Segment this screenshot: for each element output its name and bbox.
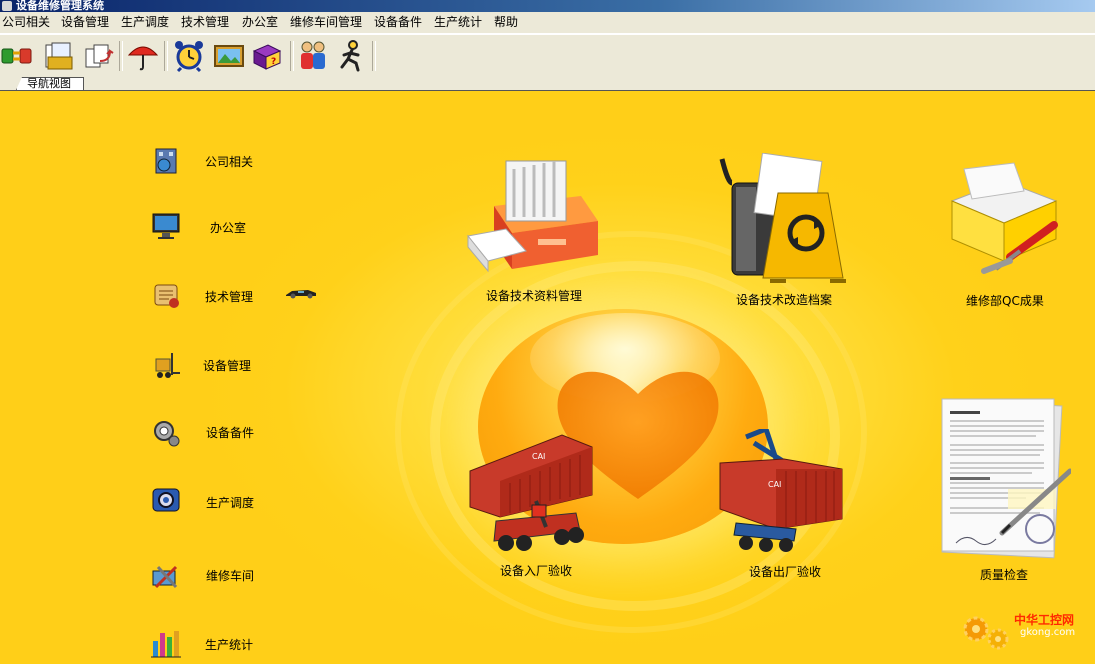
toolbox-icon[interactable] <box>944 161 1064 279</box>
tile-tech-docs[interactable]: 设备技术资料管理 <box>486 287 582 304</box>
menu-statistics[interactable]: 生产统计 <box>434 12 482 33</box>
tools-icon[interactable] <box>150 561 182 593</box>
menu-company[interactable]: 公司相关 <box>2 12 50 33</box>
connect-icon[interactable] <box>0 39 34 73</box>
nav-dispatch[interactable]: 生产调度 <box>206 494 254 511</box>
umbrella-icon[interactable] <box>126 39 160 73</box>
menu-tech[interactable]: 技术管理 <box>181 12 229 33</box>
nav-statistics[interactable]: 生产统计 <box>205 636 253 653</box>
picture-frame-icon[interactable] <box>212 39 246 73</box>
documents-icon[interactable] <box>42 39 76 73</box>
tab-strip: 导航视图 <box>0 77 1095 91</box>
menu-spare-parts[interactable]: 设备备件 <box>374 12 422 33</box>
svg-text:CAI: CAI <box>532 452 545 461</box>
nav-office[interactable]: 办公室 <box>210 219 246 236</box>
container-truck-out-icon[interactable]: CAI <box>716 429 846 557</box>
menu-help[interactable]: 帮助 <box>494 12 518 33</box>
nav-company[interactable]: 公司相关 <box>205 153 253 170</box>
building-icon[interactable] <box>150 145 182 177</box>
document-pen-icon[interactable] <box>936 393 1071 563</box>
nav-spare-parts[interactable]: 设备备件 <box>206 424 254 441</box>
tile-qc-results[interactable]: 维修部QC成果 <box>966 292 1044 309</box>
app-icon <box>2 1 12 11</box>
bin-refresh-icon[interactable] <box>718 153 853 283</box>
container-truck-in-icon[interactable]: CAI <box>466 431 596 559</box>
scroll-icon[interactable] <box>150 279 182 311</box>
tile-quality-inspection[interactable]: 质量检查 <box>980 566 1028 583</box>
alarm-clock-icon[interactable] <box>172 39 206 73</box>
gear-logo-icon <box>963 616 1009 650</box>
navigation-panel: 公司相关 办公室 技术管理 设备管理 设备备件 生产调度 维修车间 生产统计 设… <box>0 91 1095 664</box>
watermark-logo: 中华工控网 gkong.com <box>954 601 1089 661</box>
menu-production-dispatch[interactable]: 生产调度 <box>121 12 169 33</box>
forklift-icon[interactable] <box>150 349 182 381</box>
title-bar: 设备维修管理系统 <box>0 0 1095 12</box>
file-drawer-icon[interactable] <box>466 151 601 279</box>
tab-navigation-view[interactable]: 导航视图 <box>16 77 84 90</box>
tile-tech-renovation[interactable]: 设备技术改造档案 <box>736 291 832 308</box>
toolbar-separator <box>372 41 376 71</box>
tile-outbound-check[interactable]: 设备出厂验收 <box>749 563 821 580</box>
toolbar-separator <box>290 41 294 71</box>
help-book-icon[interactable]: ? <box>250 39 284 73</box>
users-icon[interactable] <box>296 39 330 73</box>
toolbar: ? <box>0 34 1095 78</box>
svg-text:CAI: CAI <box>768 480 781 489</box>
tile-inbound-check[interactable]: 设备入厂验收 <box>500 562 572 579</box>
files-arrow-icon[interactable] <box>82 39 116 73</box>
toolbar-separator <box>119 41 123 71</box>
menu-bar: 公司相关 设备管理 生产调度 技术管理 办公室 维修车间管理 设备备件 生产统计… <box>0 12 1095 34</box>
toolbar-separator <box>164 41 168 71</box>
window-title: 设备维修管理系统 <box>16 0 104 12</box>
gear-parts-icon[interactable] <box>150 417 182 449</box>
svg-text:?: ? <box>271 57 276 67</box>
runner-icon[interactable] <box>334 39 368 73</box>
dispatch-gear-icon[interactable] <box>150 485 182 517</box>
nav-equipment[interactable]: 设备管理 <box>203 357 251 374</box>
watermark-domain: gkong.com <box>1020 627 1076 638</box>
nav-tech[interactable]: 技术管理 <box>205 288 253 305</box>
monitor-icon[interactable] <box>150 209 182 241</box>
menu-workshop[interactable]: 维修车间管理 <box>290 12 362 33</box>
menu-office[interactable]: 办公室 <box>242 12 278 33</box>
nav-workshop[interactable]: 维修车间 <box>206 567 254 584</box>
watermark-name: 中华工控网 <box>1014 613 1075 627</box>
bar-chart-icon[interactable] <box>150 627 182 659</box>
race-car-icon <box>286 290 316 299</box>
menu-equipment[interactable]: 设备管理 <box>61 12 109 33</box>
